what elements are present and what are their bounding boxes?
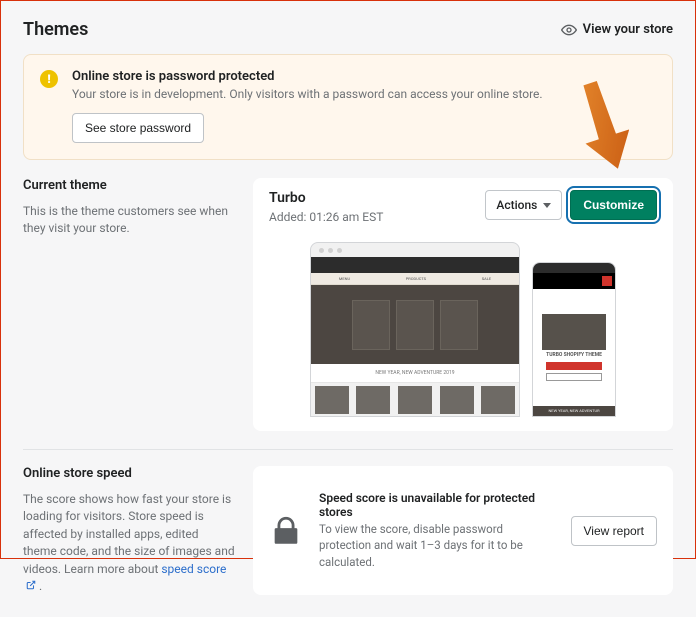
actions-button[interactable]: Actions [485,190,562,220]
current-theme-section-desc: This is the theme customers see when the… [23,203,235,238]
customize-button[interactable]: Customize [570,190,657,220]
theme-added: Added: 01:26 am EST [269,210,383,224]
current-theme-section-title: Current theme [23,178,235,193]
speed-section-desc: The score shows how fast your store is l… [23,491,235,595]
current-theme-card: Turbo Added: 01:26 am EST Actions Custom… [253,178,673,431]
banner-subtitle: Your store is in development. Only visit… [72,87,543,101]
view-store-label: View your store [583,22,673,37]
mobile-title: TURBO SHOPIFY THEME [546,353,602,359]
password-banner: ! Online store is password protected You… [23,54,673,160]
speed-section-title: Online store speed [23,466,235,481]
page-title: Themes [23,19,88,40]
preview-strip-text: NEW YEAR, NEW ADVENTURE 2019 [311,364,519,382]
view-report-button[interactable]: View report [571,516,657,546]
eye-icon [561,22,577,38]
speed-card-sub: To view the score, disable password prot… [319,521,555,571]
actions-button-label: Actions [496,198,537,212]
speed-card-title: Speed score is unavailable for protected… [319,491,555,519]
lock-icon [269,514,303,548]
see-store-password-button[interactable]: See store password [72,113,204,143]
banner-title: Online store is password protected [72,69,543,84]
speed-card: Speed score is unavailable for protected… [253,466,673,595]
mobile-strip: NEW YEAR, NEW ADVENTUR [533,406,615,416]
header-row: Themes View your store [23,19,673,40]
caret-down-icon [543,203,551,208]
theme-preview-mobile[interactable]: TURBO SHOPIFY THEME NEW YEAR, NEW ADVENT… [532,262,616,417]
section-divider [23,449,673,450]
theme-previews: MENUPRODUCTSSALE NEW YEAR, NEW ADVENTURE… [269,242,657,417]
theme-name: Turbo [269,190,383,206]
theme-preview-desktop[interactable]: MENUPRODUCTSSALE NEW YEAR, NEW ADVENTURE… [310,242,520,417]
external-link-icon [26,580,36,590]
warning-icon: ! [40,70,58,88]
view-store-link[interactable]: View your store [561,22,673,38]
